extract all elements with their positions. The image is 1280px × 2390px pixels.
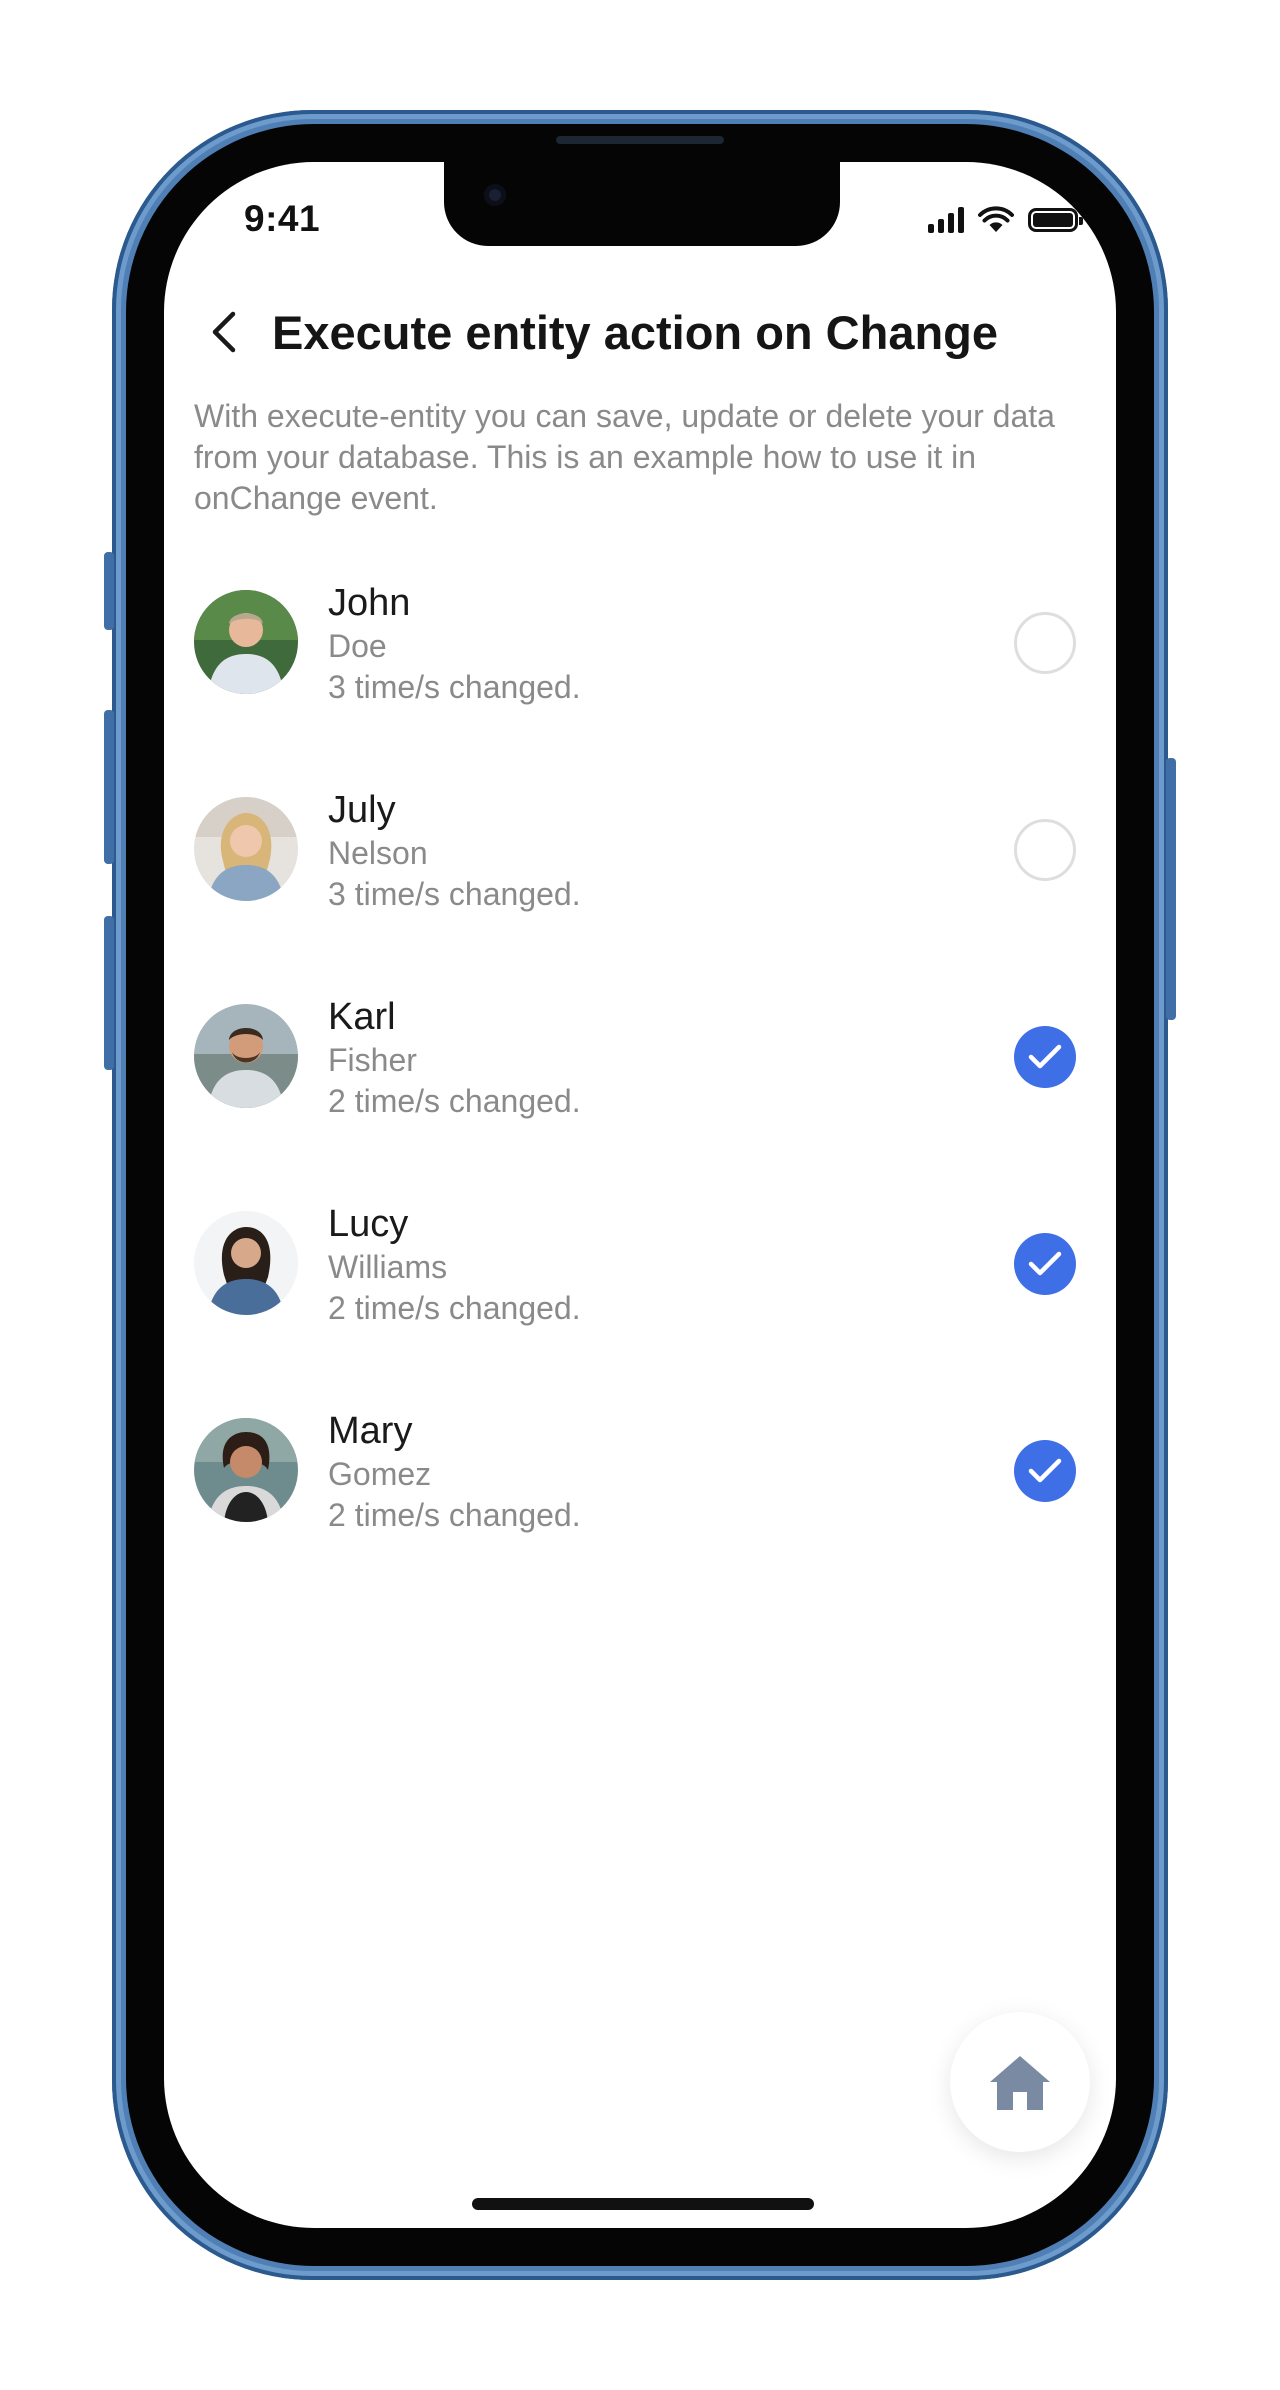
person-info: Mary Gomez 2 time/s changed.: [328, 1408, 581, 1536]
first-name: July: [328, 789, 396, 831]
volume-up-button: [104, 710, 114, 864]
header: Execute entity action on Change: [194, 302, 998, 362]
person-info: John Doe 3 time/s changed.: [328, 580, 581, 708]
wifi-icon: [978, 206, 1014, 232]
people-list: John Doe 3 time/s changed. July Nelson 3…: [194, 582, 1094, 1625]
home-button[interactable]: [950, 2012, 1090, 2152]
checkmark-icon: [1028, 1251, 1062, 1276]
camera-icon: [484, 184, 506, 206]
change-count: 3 time/s changed.: [328, 669, 581, 705]
change-count: 2 time/s changed.: [328, 1290, 581, 1326]
cellular-signal-icon: [928, 207, 964, 233]
list-item[interactable]: John Doe 3 time/s changed.: [194, 582, 1094, 797]
last-name: Williams: [328, 1249, 448, 1285]
battery-icon: [1028, 208, 1083, 232]
first-name: John: [328, 582, 411, 624]
select-checkbox[interactable]: [1014, 612, 1076, 674]
avatar: [194, 1211, 298, 1315]
phone-screen: 9:41 Execute entity action on Change Wit…: [164, 162, 1116, 2228]
list-item[interactable]: July Nelson 3 time/s changed.: [194, 789, 1094, 1004]
back-button[interactable]: [194, 302, 254, 362]
select-checkbox[interactable]: [1014, 819, 1076, 881]
person-info: Lucy Williams 2 time/s changed.: [328, 1201, 581, 1329]
last-name: Doe: [328, 628, 387, 664]
list-item[interactable]: Mary Gomez 2 time/s changed.: [194, 1410, 1094, 1625]
select-checkbox[interactable]: [1014, 1440, 1076, 1502]
change-count: 2 time/s changed.: [328, 1083, 581, 1119]
page-title: Execute entity action on Change: [272, 305, 999, 359]
page-description: With execute-entity you can save, update…: [194, 398, 1055, 516]
checkmark-icon: [1028, 1458, 1062, 1483]
change-count: 2 time/s changed.: [328, 1497, 581, 1533]
notch: [444, 162, 840, 246]
power-button: [1166, 758, 1176, 1020]
last-name: Nelson: [328, 835, 428, 871]
silent-switch: [104, 552, 114, 630]
person-info: Karl Fisher 2 time/s changed.: [328, 994, 581, 1122]
checkmark-icon: [1028, 1044, 1062, 1069]
change-count: 3 time/s changed.: [328, 876, 581, 912]
first-name: Lucy: [328, 1203, 409, 1245]
avatar: [194, 590, 298, 694]
select-checkbox[interactable]: [1014, 1233, 1076, 1295]
volume-down-button: [104, 916, 114, 1070]
first-name: Mary: [328, 1410, 413, 1452]
person-info: July Nelson 3 time/s changed.: [328, 787, 581, 915]
status-icons: [928, 206, 1083, 234]
avatar: [194, 797, 298, 901]
chevron-left-icon: [212, 311, 236, 353]
avatar: [194, 1418, 298, 1522]
avatar: [194, 1004, 298, 1108]
first-name: Karl: [328, 996, 396, 1038]
home-icon: [990, 2056, 1050, 2110]
last-name: Gomez: [328, 1456, 432, 1492]
last-name: Fisher: [328, 1042, 417, 1078]
home-indicator: [472, 2198, 814, 2210]
status-time: 9:41: [244, 198, 321, 239]
list-item[interactable]: Lucy Williams 2 time/s changed.: [194, 1203, 1094, 1418]
earpiece-speaker: [556, 136, 724, 144]
list-item[interactable]: Karl Fisher 2 time/s changed.: [194, 996, 1094, 1211]
select-checkbox[interactable]: [1014, 1026, 1076, 1088]
